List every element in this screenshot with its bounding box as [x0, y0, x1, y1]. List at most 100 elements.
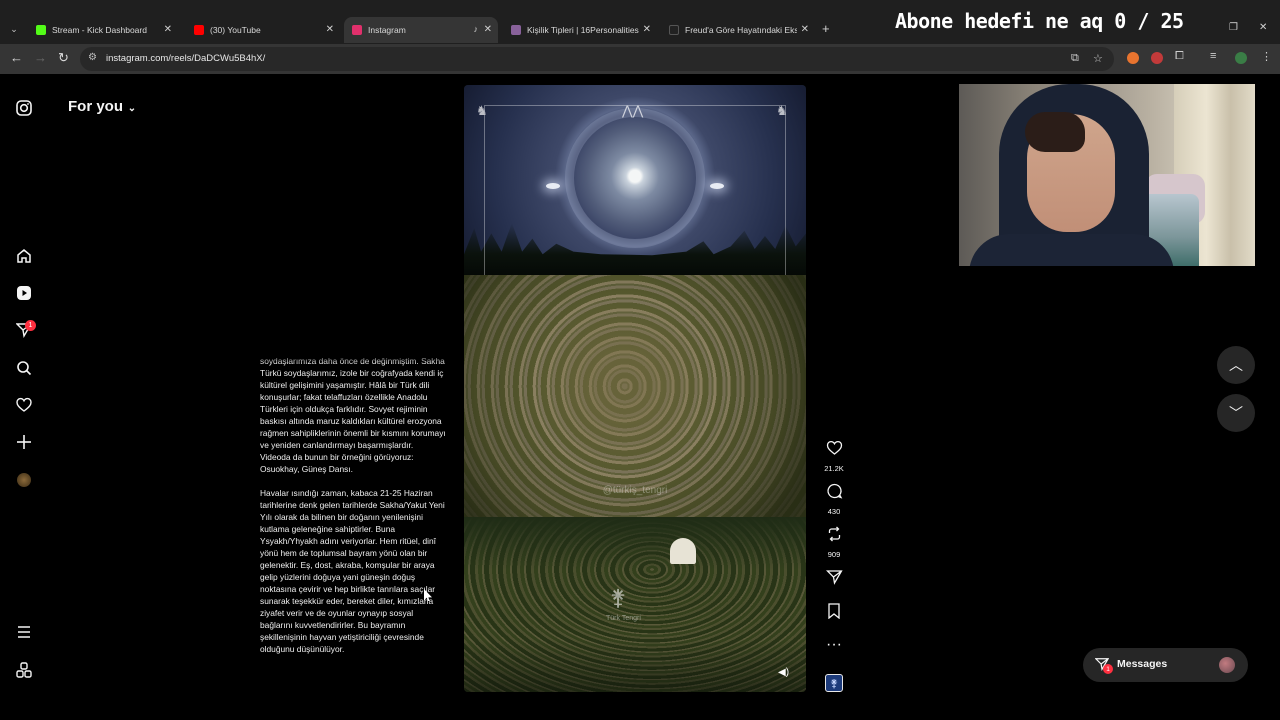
browser-toolbar: ← → ↻ ⚙ instagram.com/reels/DaDCWu5B4hX/… [0, 44, 1280, 74]
comment-count: 430 [827, 507, 841, 516]
streamer-hair [1025, 112, 1085, 152]
repost-button[interactable]: 909 [818, 526, 850, 559]
volume-icon[interactable]: ◀) [778, 667, 789, 678]
chevron-down-icon: ⌄ [125, 103, 137, 114]
comment-button[interactable]: 430 [818, 483, 850, 516]
tab-title: Stream - Kick Dashboard [52, 25, 147, 35]
extensions-puzzle-icon[interactable]: ⧠ [1175, 50, 1184, 63]
tab-close-icon[interactable]: ✕ [484, 24, 492, 35]
more-options-button[interactable]: ··· [818, 636, 850, 654]
reel-caption: soydaşlarımıza daha önce de değinmiştim.… [260, 355, 446, 691]
bookmark-icon [818, 603, 850, 624]
home-icon[interactable] [12, 244, 36, 268]
caption-fade [260, 352, 450, 364]
tab-freud[interactable]: Freud'a Göre Hayatındaki Eksik ✕ [661, 17, 815, 43]
youtube-favicon-icon [194, 25, 204, 35]
webcam-overlay [959, 84, 1255, 266]
instagram-favicon-icon [352, 25, 362, 35]
tab-close-icon[interactable]: ✕ [801, 24, 809, 35]
avatar [1219, 657, 1235, 673]
ornamental-frame [484, 105, 786, 275]
streamer-body [969, 234, 1174, 266]
back-arrow-icon[interactable]: ← [10, 50, 23, 65]
spiral-shading [464, 275, 806, 517]
stream-overlay-text: Abone hedefi ne aq 0 / 25 [895, 9, 1184, 33]
more-menu-icon[interactable] [12, 620, 36, 644]
previous-reel-button[interactable]: ︿ [1217, 346, 1255, 384]
messages-button[interactable]: 1 Messages [1083, 648, 1248, 682]
freud-favicon-icon [669, 25, 679, 35]
tab-title: Freud'a Göre Hayatındaki Eksik [685, 25, 797, 35]
share-button[interactable] [818, 569, 850, 590]
tab-title: Kişilik Tipleri | 16Personalities [527, 25, 639, 35]
chevron-up-icon: ︿ [1229, 357, 1243, 373]
install-app-icon[interactable]: ⧉ [1071, 52, 1079, 65]
reload-icon[interactable]: ↻ [58, 50, 69, 66]
tab-title: (30) YouTube [210, 25, 261, 35]
audio-thumbnail[interactable]: ⚵ [825, 674, 843, 692]
reels-icon[interactable] [12, 281, 36, 305]
profile-avatar[interactable] [12, 468, 36, 492]
video-watermark: @türkiş_tengri [602, 485, 668, 496]
profile-avatar-icon[interactable] [1235, 52, 1247, 64]
notification-badge: 1 [25, 320, 36, 331]
chevron-down-icon: ﹀ [1229, 405, 1243, 421]
tab-instagram[interactable]: Instagram ♪ ✕ [344, 17, 498, 43]
reel-video[interactable]: ♞ ♞ ⋀⋀ @türkiş_tengri ⚵ Türk Tengri ◀) [464, 85, 806, 692]
window-restore-icon[interactable]: ❐ [1229, 22, 1238, 33]
tengri-emblem-icon: ⚵ [610, 585, 627, 610]
messages-badge: 1 [1103, 664, 1113, 674]
search-icon[interactable] [12, 356, 36, 380]
tab-search-button[interactable]: ⌄ [5, 20, 23, 38]
comment-bubble-icon [818, 483, 850, 504]
field-shading [464, 517, 806, 692]
also-from-meta-icon[interactable] [12, 658, 36, 682]
more-dots-icon: ··· [826, 636, 842, 653]
yurt-shape [670, 538, 696, 564]
feed-selector-label: For you [68, 98, 123, 115]
like-count: 21.2K [824, 464, 844, 473]
like-button[interactable]: 21.2K [818, 440, 850, 473]
media-control-icon[interactable]: ≡ [1210, 50, 1216, 62]
forward-arrow-icon[interactable]: → [34, 50, 47, 65]
tab-youtube[interactable]: (30) YouTube ✕ [186, 17, 340, 43]
extension-icon[interactable] [1151, 52, 1163, 64]
extension-icon[interactable] [1127, 52, 1139, 64]
repost-count: 909 [827, 550, 841, 559]
notifications-heart-icon[interactable] [12, 393, 36, 417]
emblem-caption: Türk Tengri [606, 615, 641, 622]
new-tab-button[interactable]: + [822, 21, 830, 36]
tab-close-icon[interactable]: ✕ [164, 24, 172, 35]
instagram-sidebar: 1 [0, 74, 48, 704]
tab-close-icon[interactable]: ✕ [643, 24, 651, 35]
send-icon [818, 569, 850, 590]
next-reel-button[interactable]: ﹀ [1217, 394, 1255, 432]
caption-paragraph: soydaşlarımıza daha önce de değinmiştim.… [260, 356, 446, 474]
instagram-logo-icon[interactable] [12, 96, 36, 120]
window-close-icon[interactable]: ✕ [1259, 22, 1267, 33]
browser-tab-bar: ⌄ Stream - Kick Dashboard ✕ (30) YouTube… [0, 0, 1280, 44]
repost-icon [818, 526, 850, 547]
direct-messages-icon[interactable]: 1 [12, 318, 36, 342]
feed-selector[interactable]: For you ⌄ [68, 98, 136, 115]
bookmark-star-icon[interactable]: ☆ [1093, 52, 1103, 65]
horse-ornament-icon: ♞ [476, 103, 488, 118]
tab-title: Instagram [368, 25, 406, 35]
address-bar[interactable]: ⚙ instagram.com/reels/DaDCWu5B4hX/ ⧉ ☆ [80, 47, 1114, 71]
tab-16personalities[interactable]: Kişilik Tipleri | 16Personalities ✕ [503, 17, 657, 43]
bird-ornament-icon: ⋀⋀ [622, 103, 644, 118]
horse-ornament-icon: ♞ [776, 103, 788, 118]
kick-favicon-icon [36, 25, 46, 35]
save-button[interactable] [818, 603, 850, 624]
heart-icon [818, 440, 850, 461]
create-plus-icon[interactable] [12, 430, 36, 454]
site-info-icon[interactable]: ⚙ [88, 52, 97, 63]
tab-close-icon[interactable]: ✕ [326, 24, 334, 35]
caption-paragraph: Havalar ısındığı zaman, kabaca 21-25 Haz… [260, 488, 445, 654]
tab-kick-dashboard[interactable]: Stream - Kick Dashboard ✕ [28, 17, 178, 43]
messages-label: Messages [1117, 658, 1168, 670]
browser-menu-icon[interactable]: ⋮ [1261, 50, 1272, 63]
url-text[interactable]: instagram.com/reels/DaDCWu5B4hX/ [106, 53, 265, 64]
speaker-icon[interactable]: ♪ [474, 24, 479, 34]
16personalities-favicon-icon [511, 25, 521, 35]
